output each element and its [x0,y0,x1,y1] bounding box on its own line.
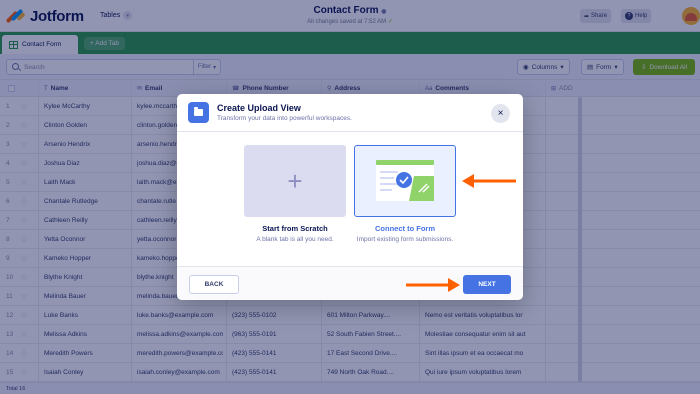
connect-form-illustration [376,160,434,201]
next-button[interactable]: NEXT [463,275,511,294]
dialog-body: + Start from Scratch A blank tab is all … [177,132,523,264]
start-from-scratch-description: A blank tab is all you need. [256,236,334,243]
dialog-header: Create Upload View Transform your data i… [177,94,523,132]
connect-to-form-card[interactable] [354,145,456,217]
plus-icon: + [287,166,303,196]
connect-to-form-description: Import existing form submissions. [356,236,454,243]
start-from-scratch-card[interactable]: + [244,145,346,217]
dialog-title: Create Upload View [217,103,301,113]
connect-to-form-title[interactable]: Connect to Form [343,224,467,233]
back-button[interactable]: BACK [189,275,239,294]
create-upload-view-dialog: Create Upload View Transform your data i… [177,94,523,300]
close-button[interactable]: × [491,104,510,123]
folder-upload-icon [188,102,209,123]
dialog-subtitle: Transform your data into powerful worksp… [217,115,352,122]
annotation-arrow-connect [462,174,516,188]
dialog-footer: BACK NEXT [177,266,523,300]
annotation-arrow-next [406,278,460,292]
close-icon: × [497,108,504,119]
start-from-scratch-title[interactable]: Start from Scratch [233,224,357,233]
